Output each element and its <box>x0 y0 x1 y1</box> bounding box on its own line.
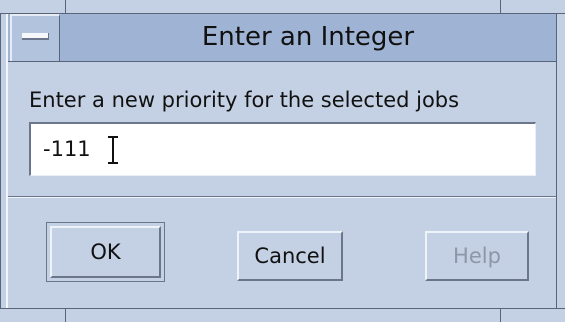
frame-corner-mark <box>65 0 66 14</box>
frame-corner-mark <box>500 308 501 322</box>
frame-corner-mark <box>500 0 501 14</box>
window-menu-button[interactable] <box>10 14 60 61</box>
priority-input-box[interactable] <box>29 122 536 176</box>
text-cursor-icon <box>108 136 118 164</box>
dialog-window: Enter an Integer Enter a new priority fo… <box>0 0 565 322</box>
window-title: Enter an Integer <box>201 22 415 52</box>
prompt-label: Enter a new priority for the selected jo… <box>29 88 460 112</box>
window-frame-left[interactable] <box>0 14 8 308</box>
button-separator <box>8 196 556 198</box>
cancel-button[interactable]: Cancel <box>237 231 343 281</box>
frame-corner-mark <box>65 308 66 322</box>
window-frame-right[interactable] <box>556 14 565 308</box>
window-frame-top[interactable] <box>0 0 565 14</box>
ok-button[interactable]: OK <box>50 226 161 278</box>
window-frame-bottom[interactable] <box>0 308 565 322</box>
window-menu-icon <box>22 33 49 40</box>
help-button: Help <box>425 231 529 281</box>
title-bar[interactable]: Enter an Integer <box>8 14 556 62</box>
